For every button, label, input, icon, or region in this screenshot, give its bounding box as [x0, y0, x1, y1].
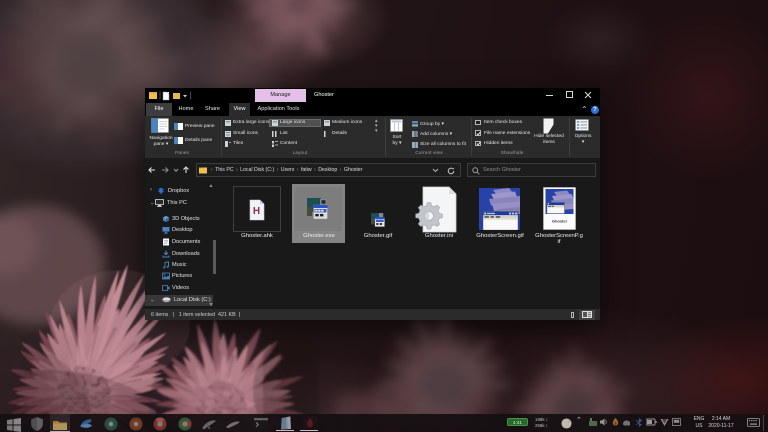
svg-text:Ghoster: Ghoster [552, 219, 568, 224]
svg-text:H: H [253, 206, 260, 217]
